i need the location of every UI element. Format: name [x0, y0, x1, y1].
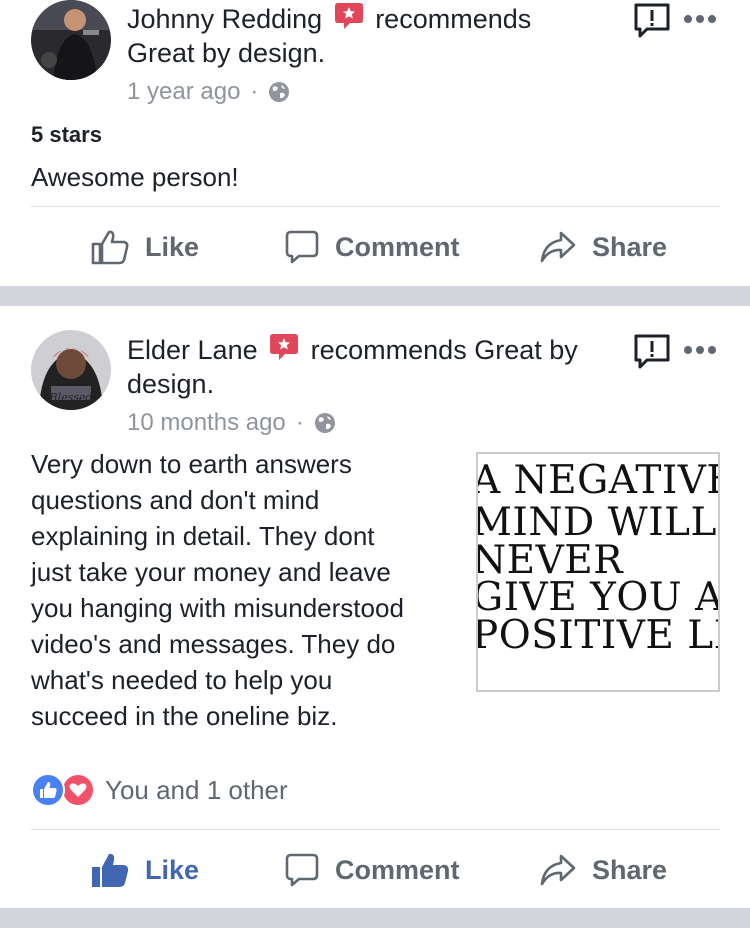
post-meta: 10 months ago · [127, 409, 336, 437]
report-icon[interactable] [633, 333, 671, 371]
review-line: video's and messages. They do [31, 629, 396, 659]
feed-separator [0, 286, 750, 306]
feed-separator [0, 908, 750, 928]
review-line: succeed in the oneline biz. [31, 701, 338, 731]
like-button[interactable]: Like [91, 217, 199, 277]
attached-quote-image[interactable]: A NEGATIVE MIND WILL NEVER GIVE YOU A PO… [476, 452, 720, 692]
report-icon[interactable] [633, 2, 671, 40]
like-reaction-icon [31, 773, 65, 807]
meta-separator: · [250, 78, 259, 105]
comment-button[interactable]: Comment [285, 217, 460, 277]
share-label: Share [592, 854, 668, 885]
timestamp[interactable]: 1 year ago [127, 78, 240, 106]
quote-line: A NEGATIVE [476, 458, 720, 503]
page-name-link[interactable]: Great by design. [127, 38, 325, 68]
author-avatar[interactable] [31, 0, 111, 80]
share-icon [540, 231, 576, 263]
quote-line: POSITIVE LIFE [476, 613, 718, 658]
globe-icon [269, 82, 290, 102]
reaction-count-text: You and 1 other [105, 774, 288, 805]
globe-icon [314, 413, 335, 433]
divider [31, 829, 720, 830]
author-name[interactable]: Elder Lane [127, 335, 258, 365]
review-post-2: Blessed Elder Lane recommends Great by d… [0, 306, 750, 908]
thumbs-up-icon [91, 230, 129, 265]
review-text: Awesome person! [31, 162, 239, 192]
timestamp[interactable]: 10 months ago [127, 409, 286, 437]
comment-label: Comment [335, 854, 460, 885]
comment-button[interactable]: Comment [285, 840, 460, 900]
recommendation-icon [334, 3, 363, 29]
review-text: Very down to earth answers questions and… [31, 446, 404, 734]
post-meta: 1 year ago · [127, 78, 290, 106]
like-button[interactable]: Like [91, 840, 199, 900]
recommends-label: recommends [375, 4, 532, 34]
avatar-caption: Blessed [49, 391, 93, 404]
recommendation-icon [270, 334, 299, 360]
review-line: what's needed to help you [31, 665, 333, 695]
review-line: questions and don't mind [31, 485, 320, 515]
recommends-label: recommends Great by [310, 335, 578, 365]
more-options-icon[interactable] [683, 344, 717, 356]
thumbs-up-filled-icon [92, 853, 129, 887]
like-label: Like [145, 854, 200, 885]
review-line: you hanging with misunderstood [31, 593, 404, 623]
star-rating: 5 stars [31, 122, 102, 147]
review-line: just take your money and leave [31, 557, 391, 587]
divider [31, 206, 720, 207]
post-headline: Elder Lane recommends Great by design. [127, 333, 607, 401]
share-icon [540, 854, 576, 886]
love-reaction-icon [61, 773, 95, 807]
comment-icon [285, 230, 319, 264]
comment-label: Comment [335, 231, 460, 262]
share-label: Share [592, 231, 668, 262]
share-button[interactable]: Share [540, 217, 667, 277]
action-bar: Like Comment Share [0, 840, 750, 900]
reaction-summary[interactable]: You and 1 other [31, 773, 288, 807]
comment-icon [285, 853, 319, 887]
like-label: Like [145, 231, 200, 262]
author-name[interactable]: Johnny Redding [127, 4, 322, 34]
author-avatar[interactable]: Blessed [31, 330, 111, 410]
post-headline: Johnny Redding recommends Great by desig… [127, 2, 607, 70]
review-post-1: Johnny Redding recommends Great by desig… [0, 0, 750, 286]
share-button[interactable]: Share [540, 840, 667, 900]
more-options-icon[interactable] [683, 13, 717, 25]
action-bar: Like Comment Share [0, 217, 750, 277]
page-name-link[interactable]: design. [127, 369, 214, 399]
review-line: explaining in detail. They dont [31, 521, 375, 551]
meta-separator: · [295, 409, 304, 436]
review-line: Very down to earth answers [31, 449, 352, 479]
